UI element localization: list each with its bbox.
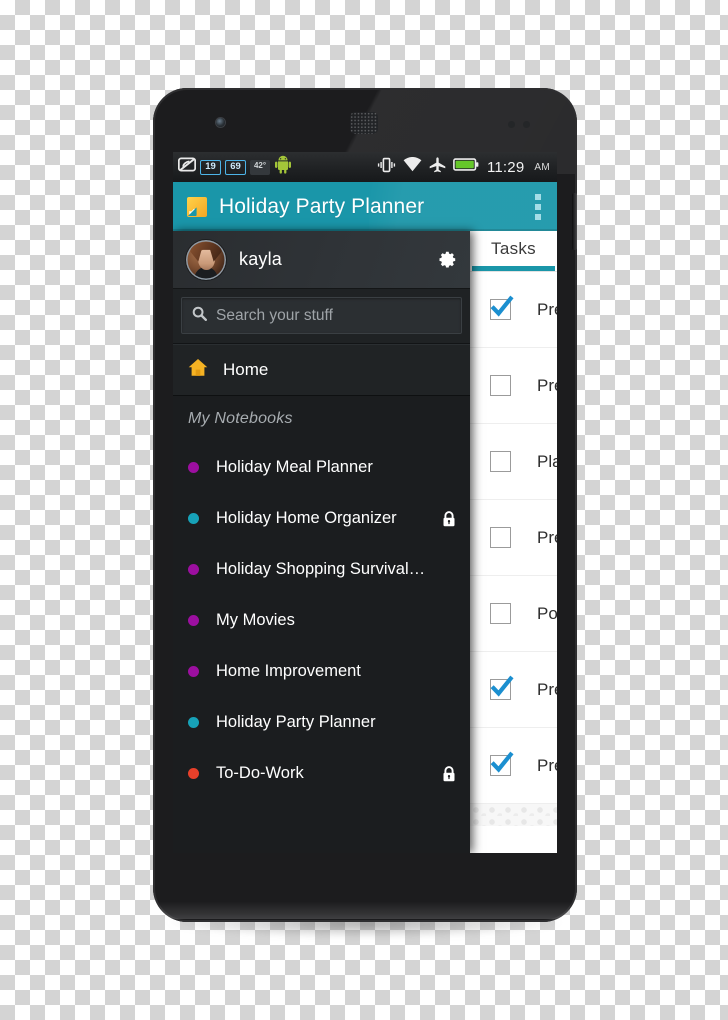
notebook-color-dot-icon — [188, 717, 199, 728]
account-header[interactable]: kayla — [173, 231, 470, 289]
app-bar: Holiday Party Planner — [173, 182, 557, 231]
screen-body: kayla Search your stuff Home My Notebook… — [173, 231, 557, 853]
page-title: Holiday Party Planner — [219, 194, 425, 218]
sidebar-item-label: To-Do-Work — [216, 764, 304, 782]
earpiece-speaker-icon — [350, 112, 378, 134]
avatar[interactable] — [186, 239, 226, 280]
task-row[interactable]: Post — [470, 576, 557, 652]
task-label: Plan — [537, 451, 557, 471]
wifi-icon — [403, 156, 422, 177]
sidebar-item-notebook[interactable]: Holiday Meal Planner — [173, 442, 470, 493]
checkbox-unchecked-icon[interactable] — [490, 527, 511, 548]
temperature-icon: 42° — [250, 159, 270, 175]
task-label: Prep — [537, 679, 557, 699]
phone-screen: 19 69 42° 11:29 AM Holiday Party Planner… — [173, 152, 557, 853]
notebook-color-dot-icon — [188, 768, 199, 779]
checkbox-unchecked-icon[interactable] — [490, 375, 511, 396]
sidebar-item-label: Holiday Home Organizer — [216, 509, 397, 527]
notebooks-section-title: My Notebooks — [188, 410, 293, 427]
search-input[interactable] — [216, 306, 451, 325]
account-username: kayla — [239, 249, 283, 269]
sidebar-item-notebook[interactable]: Holiday Party Planner — [173, 697, 470, 748]
front-camera-icon — [216, 118, 225, 127]
notebook-color-dot-icon — [188, 564, 199, 575]
proximity-sensor-icon — [508, 121, 542, 129]
sidebar-item-notebook[interactable]: Home Improvement — [173, 646, 470, 697]
sidebar-item-label: Home — [223, 359, 269, 379]
android-robot-icon — [274, 155, 292, 179]
task-row[interactable]: Plan — [470, 424, 557, 500]
tab-active-indicator — [472, 266, 555, 271]
task-label: Prep — [537, 755, 557, 775]
task-row[interactable]: Prep — [470, 272, 557, 348]
sidebar-item-notebook[interactable]: To-Do-Work — [173, 748, 470, 799]
checkbox-checked-icon[interactable] — [490, 295, 514, 320]
tab-strip: Tasks — [470, 231, 557, 272]
airplane-mode-icon — [429, 156, 446, 178]
task-label: Prep — [537, 375, 557, 395]
sidebar-item-label: Holiday Meal Planner — [216, 458, 373, 476]
screenshot-canvas: 19 69 42° 11:29 AM Holiday Party Planner… — [0, 0, 728, 1020]
search-icon — [192, 306, 207, 326]
task-row[interactable]: Prep — [470, 652, 557, 728]
task-row[interactable]: Prep — [470, 500, 557, 576]
status-bar-ampm: AM — [534, 161, 550, 173]
home-icon — [188, 358, 208, 382]
power-button[interactable] — [572, 193, 577, 250]
tab-tasks[interactable]: Tasks — [491, 231, 536, 259]
list-footer-texture — [470, 804, 557, 826]
task-list: Prep Prep Plan Prep Post Prep Prep — [470, 272, 557, 804]
android-status-bar: 19 69 42° 11:29 AM — [173, 152, 557, 182]
sidebar-item-label: Holiday Shopping Survival… — [216, 560, 426, 578]
evernote-notebook-icon[interactable] — [187, 196, 207, 217]
notebook-color-dot-icon — [188, 666, 199, 677]
notebook-list: Holiday Meal Planner Holiday Home Organiz… — [173, 442, 470, 799]
checkbox-checked-icon[interactable] — [490, 675, 514, 700]
signal-badge-19: 19 — [200, 159, 221, 175]
navigation-drawer: kayla Search your stuff Home My Notebook… — [173, 231, 470, 853]
task-row[interactable]: Prep — [470, 348, 557, 424]
sidebar-item-home[interactable]: Home — [173, 344, 470, 396]
task-label: Post — [537, 603, 557, 623]
notebook-color-dot-icon — [188, 513, 199, 524]
overflow-menu-icon[interactable] — [535, 193, 541, 220]
lock-icon — [442, 765, 456, 782]
sidebar-item-label: My Movies — [216, 611, 295, 629]
notebook-color-dot-icon — [188, 462, 199, 473]
sidebar-item-label: Home Improvement — [216, 662, 361, 680]
task-row[interactable]: Prep — [470, 728, 557, 804]
checkbox-unchecked-icon[interactable] — [490, 451, 511, 472]
status-bar-clock: 11:29 — [486, 158, 525, 176]
search-section — [173, 289, 470, 344]
checkbox-checked-icon[interactable] — [490, 751, 514, 776]
vibrate-icon — [377, 157, 396, 178]
task-label: Prep — [537, 299, 557, 319]
phone-bottom-sheen — [159, 901, 571, 919]
lock-icon — [442, 510, 456, 527]
search-box[interactable] — [181, 297, 462, 334]
tasks-pane: Tasks Prep Prep Plan Prep Post Prep Prep — [470, 231, 557, 853]
vpn-key-icon — [177, 157, 197, 177]
sidebar-item-notebook[interactable]: My Movies — [173, 595, 470, 646]
checkbox-unchecked-icon[interactable] — [490, 603, 511, 624]
task-label: Prep — [537, 527, 557, 547]
sidebar-item-notebook[interactable]: Holiday Shopping Survival… — [173, 544, 470, 595]
battery-icon — [453, 157, 479, 177]
signal-badge-69: 69 — [225, 159, 246, 175]
notebook-color-dot-icon — [188, 615, 199, 626]
gear-icon[interactable] — [435, 249, 457, 271]
sidebar-item-label: Holiday Party Planner — [216, 713, 376, 731]
sidebar-item-notebook[interactable]: Holiday Home Organizer — [173, 493, 470, 544]
